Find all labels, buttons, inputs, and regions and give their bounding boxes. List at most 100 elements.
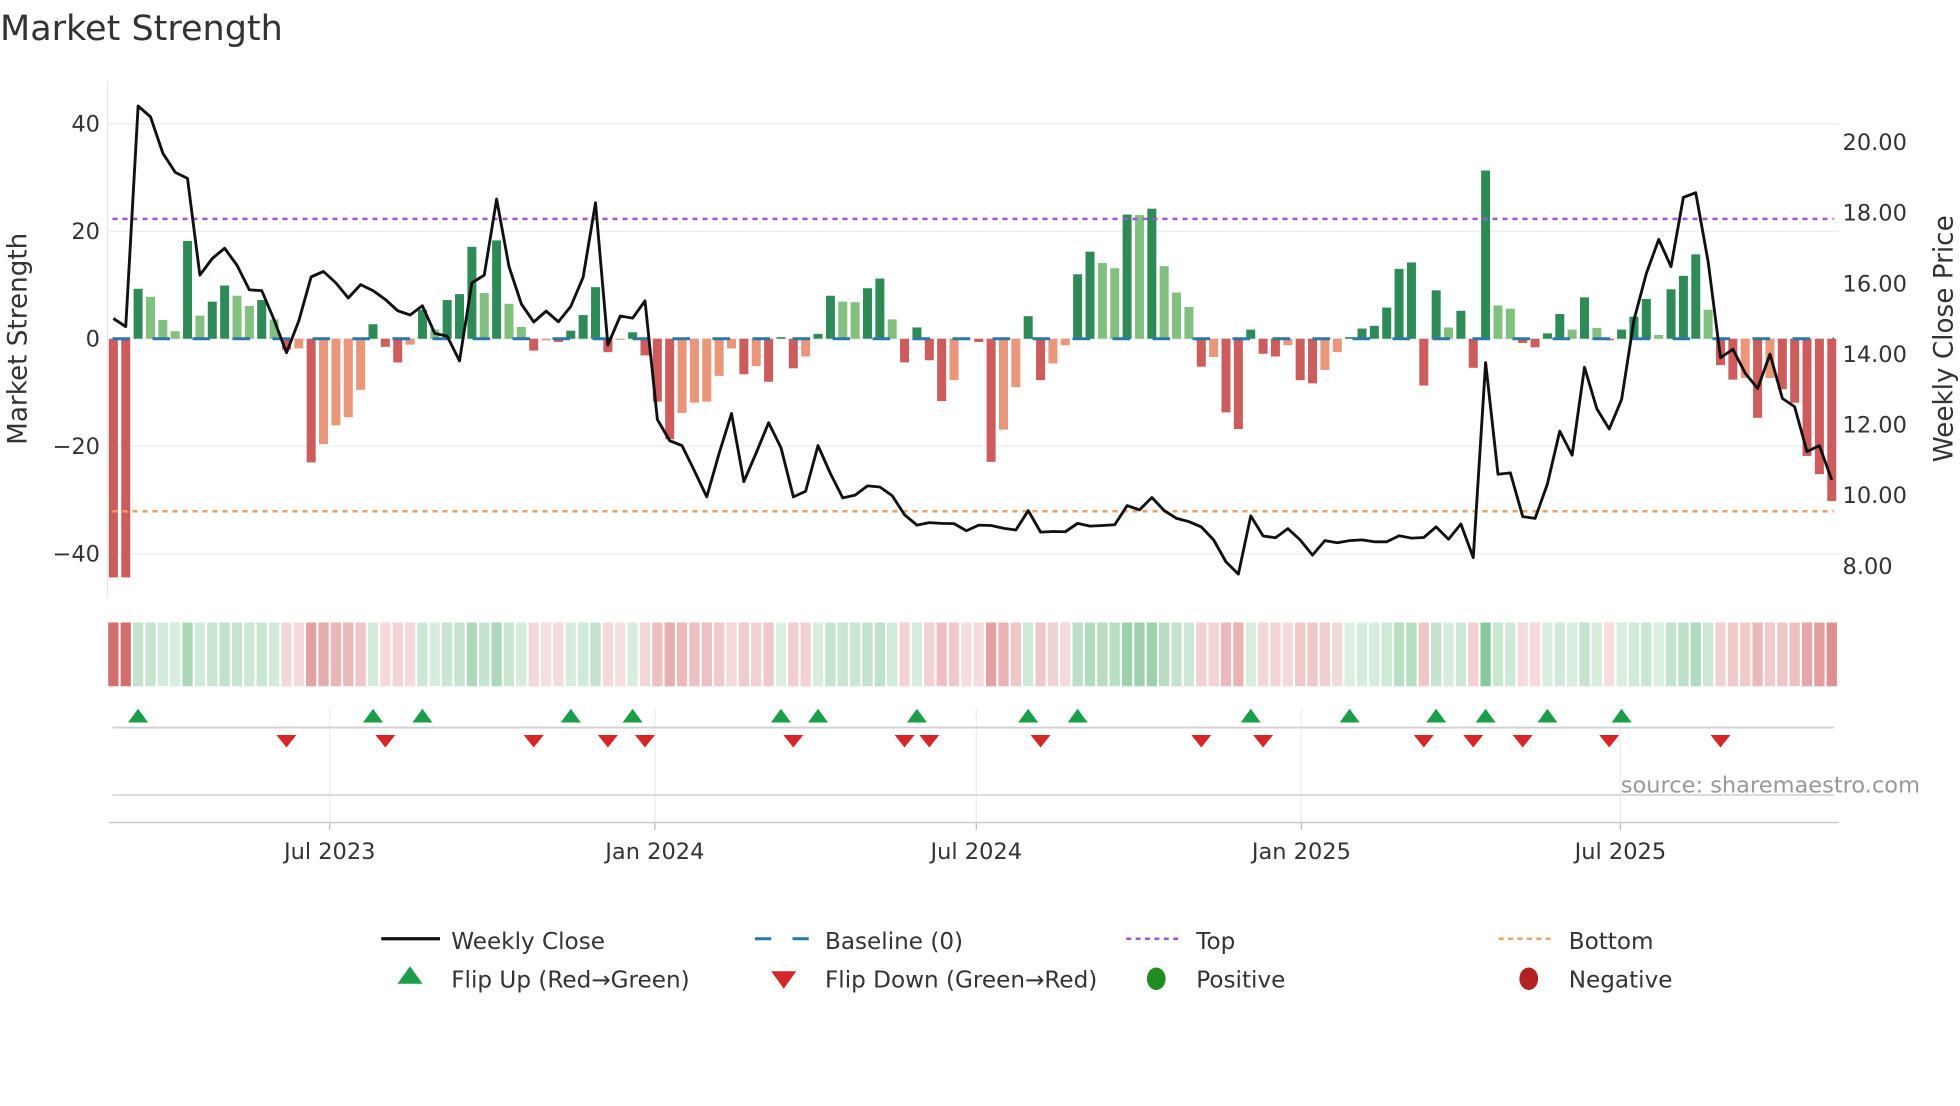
x-tick-label: Jul 2023 [282, 839, 376, 865]
strength-bar [1320, 338, 1330, 370]
strength-bar [949, 338, 959, 381]
strength-bar [937, 338, 947, 402]
heat-strip-cell [120, 622, 131, 687]
strength-bar [294, 338, 304, 349]
legend-label: Negative [1569, 968, 1673, 994]
strength-bar [1703, 309, 1713, 339]
heat-strip-cell [355, 622, 366, 687]
heat-strip-cell [1023, 622, 1034, 687]
strength-bar [244, 305, 254, 339]
heat-strip-cell [874, 622, 885, 687]
flip-up-marker [1240, 708, 1261, 723]
strength-bar [689, 338, 699, 403]
heat-strip-cell [231, 622, 243, 687]
y2-tick-label: 14.00 [1843, 342, 1907, 368]
flip-down-marker [1253, 735, 1274, 748]
strength-bar [1172, 292, 1182, 339]
strength-bar [813, 333, 823, 339]
flip-down-marker [1512, 735, 1533, 748]
legend-label: Baseline (0) [825, 929, 963, 955]
strength-bar [158, 319, 168, 339]
legend-item-tri-up: Flip Up (Red→Green) [397, 966, 690, 994]
heat-strip-cell [936, 622, 947, 687]
heat-strip-cell [1010, 622, 1021, 687]
heat-strip-cell [1567, 622, 1578, 687]
heat-strip-cell [479, 622, 490, 687]
heat-strip-cell [911, 622, 923, 687]
heat-strip-cell [1332, 622, 1343, 687]
strength-bar [1295, 338, 1305, 381]
y2-tick-label: 18.00 [1843, 201, 1907, 227]
heat-strip-cell [850, 622, 861, 687]
heat-strip-cell [627, 622, 638, 687]
strength-bar [1308, 338, 1318, 384]
strength-bar [1505, 308, 1515, 339]
strength-bar [776, 337, 786, 339]
heat-strip-cell [380, 622, 391, 687]
x-axis-ticks: Jul 2023 Jan 2024 Jul 2024 Jan 2025 Jul 2025 [282, 822, 1666, 865]
flip-up-marker [412, 708, 433, 723]
strength-bar [1048, 338, 1058, 364]
flip-down-marker [894, 735, 915, 748]
y-tick-label: 0 [86, 326, 100, 352]
strength-bar [1617, 329, 1627, 339]
heat-strip-cell [1591, 622, 1602, 687]
heat-strip-cell [318, 622, 329, 687]
heat-strip-cell [367, 622, 379, 687]
heat-strip-cell [1579, 622, 1590, 687]
heat-strip-cell [1628, 622, 1640, 687]
heat-strip-cell [775, 622, 787, 687]
heat-strip-cell [281, 622, 292, 687]
flip-up-marker [622, 708, 643, 723]
heat-strip-cell [689, 622, 700, 687]
strength-bar [516, 326, 526, 339]
strength-bar [1184, 307, 1194, 339]
weekly-close-line [112, 104, 1834, 576]
red-circle-icon [1519, 967, 1539, 990]
heat-strip-cell [1505, 622, 1516, 687]
heat-strip-cell [1517, 622, 1528, 687]
heat-strip-cell [738, 622, 749, 687]
heat-strip-cell [899, 622, 910, 687]
heat-strip-cell [1443, 622, 1454, 687]
strength-bar [319, 338, 329, 445]
heat-strip-cell [676, 622, 688, 687]
heat-strip-cell [1319, 622, 1331, 687]
heat-strip-cell [1121, 622, 1133, 687]
strength-bar [479, 293, 489, 339]
x-tick-label: Jan 2025 [1250, 839, 1351, 865]
strength-bar [1209, 338, 1219, 358]
heat-strip-cell [1369, 622, 1380, 687]
strength-bar [541, 338, 551, 341]
y2-tick-label: 10.00 [1843, 483, 1907, 509]
flip-up-marker [560, 708, 581, 723]
strength-bar [232, 295, 242, 339]
strength-bar [1493, 305, 1503, 339]
heat-strip-cell [1035, 622, 1046, 687]
x-tick-label: Jul 2024 [928, 839, 1022, 865]
heat-strip-cell [343, 622, 354, 687]
heat-strip-cell [615, 622, 626, 687]
strength-bar [1431, 290, 1441, 339]
strength-bar [912, 327, 922, 339]
heat-strip-cell [1171, 622, 1182, 687]
heat-strip-cell [306, 622, 317, 687]
strength-bar [1419, 338, 1429, 386]
heat-strip-cell [268, 622, 280, 687]
heat-strip-cell [157, 622, 168, 687]
legend-label: Weekly Close [451, 929, 605, 955]
heat-strip-cell [1740, 622, 1751, 687]
heat-strip-cell [1604, 622, 1615, 687]
strength-bar [665, 338, 675, 440]
heat-strip-cell [1777, 622, 1788, 687]
heat-strip-cell [924, 622, 935, 687]
strength-bar [1641, 298, 1651, 339]
strength-bar [1011, 338, 1021, 388]
heat-strip-cell [1072, 622, 1083, 687]
flip-up-marker [1475, 708, 1496, 723]
heat-strip-cell [1752, 622, 1763, 687]
heat-strip-cell [1715, 622, 1726, 687]
strength-bar [739, 338, 749, 375]
legend: Weekly Close Baseline (0) Top Bottom Flip Up… [381, 929, 1672, 994]
heat-strip-cell [1208, 622, 1219, 687]
